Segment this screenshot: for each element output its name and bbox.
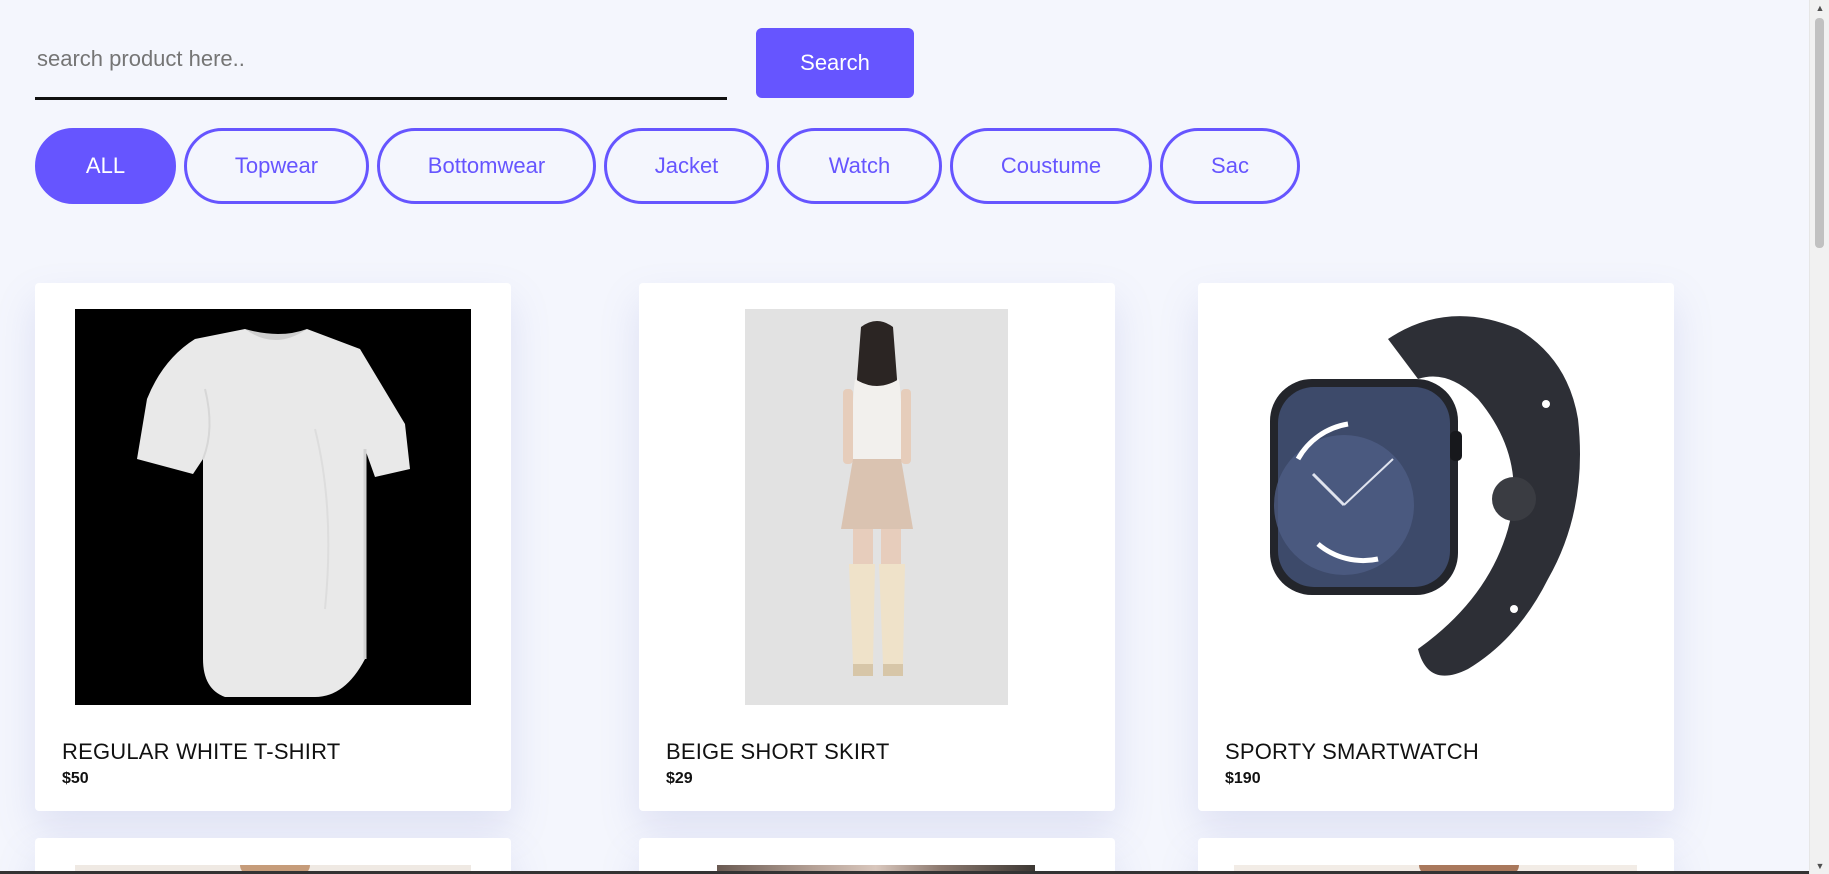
product-name: SPORTY SMARTWATCH — [1225, 739, 1479, 764]
filter-watch[interactable]: Watch — [777, 128, 942, 204]
product-image-skirt[interactable] — [745, 309, 1008, 705]
product-name: REGULAR WHITE T-SHIRT — [62, 739, 341, 764]
product-card[interactable] — [639, 838, 1115, 874]
page: Search ALL Topwear Bottomwear Jacket Wat… — [0, 0, 1809, 874]
scroll-up-arrow-icon[interactable]: ▲ — [1810, 0, 1829, 16]
filter-coustume[interactable]: Coustume — [950, 128, 1152, 204]
search-button[interactable]: Search — [756, 28, 914, 98]
product-image-tshirt[interactable] — [75, 309, 471, 705]
filter-topwear[interactable]: Topwear — [184, 128, 369, 204]
product-card[interactable]: BEIGE SHORT SKIRT $29 — [639, 283, 1115, 811]
product-price: $50 — [62, 770, 89, 787]
product-card[interactable] — [1198, 838, 1674, 874]
product-price: $190 — [1225, 770, 1261, 787]
filter-all[interactable]: ALL — [35, 128, 176, 204]
search-bar: Search — [35, 28, 914, 100]
search-input[interactable] — [35, 28, 727, 100]
product-price: $29 — [666, 770, 693, 787]
scroll-thumb[interactable] — [1815, 18, 1824, 248]
product-card[interactable]: REGULAR WHITE T-SHIRT $50 — [35, 283, 511, 811]
product-card[interactable]: SPORTY SMARTWATCH $190 — [1198, 283, 1674, 811]
scroll-down-arrow-icon[interactable]: ▼ — [1810, 858, 1829, 874]
filter-jacket[interactable]: Jacket — [604, 128, 769, 204]
filter-bottomwear[interactable]: Bottomwear — [377, 128, 596, 204]
product-name: BEIGE SHORT SKIRT — [666, 739, 890, 764]
product-card[interactable] — [35, 838, 511, 874]
filter-sac[interactable]: Sac — [1160, 128, 1300, 204]
product-image-smartwatch[interactable] — [1268, 309, 1604, 705]
category-filters: ALL Topwear Bottomwear Jacket Watch Cous… — [35, 128, 1308, 204]
vertical-scrollbar[interactable]: ▲ ▼ — [1809, 0, 1829, 874]
